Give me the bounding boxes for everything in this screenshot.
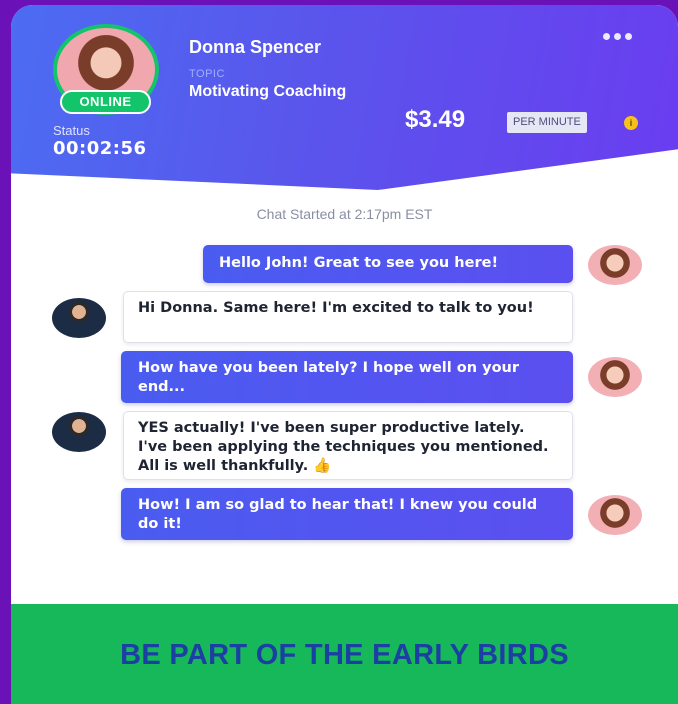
message-bubble-sent: How have you been lately? I hope well on… — [121, 351, 573, 403]
per-minute-badge: PER MINUTE — [507, 112, 587, 133]
message-bubble-sent: Hello John! Great to see you here! — [203, 245, 573, 283]
online-status-badge: ONLINE — [60, 90, 151, 114]
chat-card: ONLINE Status 00:02:56 Donna Spencer TOP… — [11, 5, 678, 704]
donna-avatar — [588, 495, 642, 535]
topic-label: TOPIC — [189, 68, 225, 80]
banner-text: BE PART OF THE EARLY BIRDS — [120, 639, 569, 671]
info-icon[interactable]: i — [624, 116, 638, 130]
session-timer: 00:02:56 — [53, 138, 147, 159]
dot — [614, 33, 621, 40]
price-per-minute: $3.49 — [405, 106, 466, 133]
chat-started-label: Chat Started at 2:17pm EST — [256, 206, 433, 222]
message-bubble-received: YES actually! I've been super productive… — [123, 411, 573, 480]
message-text: Hi Donna. Same here! I'm excited to talk… — [138, 300, 534, 316]
message-bubble-sent: How! I am so glad to hear that! I knew y… — [121, 488, 573, 540]
dot — [625, 33, 632, 40]
message-bubble-received: Hi Donna. Same here! I'm excited to talk… — [123, 291, 573, 343]
message-text: YES actually! I've been super productive… — [138, 420, 549, 474]
coach-name: Donna Spencer — [189, 37, 322, 57]
more-options-icon[interactable] — [603, 33, 632, 40]
donna-avatar — [588, 357, 642, 397]
status-label: Status — [53, 123, 90, 138]
donna-avatar — [588, 245, 642, 285]
message-text: How have you been lately? I hope well on… — [138, 360, 520, 395]
topic-value: Motivating Coaching — [189, 83, 347, 100]
dot — [603, 33, 610, 40]
john-avatar — [52, 298, 106, 338]
message-text: Hello John! Great to see you here! — [219, 255, 499, 271]
early-birds-banner[interactable]: BE PART OF THE EARLY BIRDS — [11, 604, 678, 704]
message-text: How! I am so glad to hear that! I knew y… — [138, 497, 538, 532]
john-avatar — [52, 412, 106, 452]
